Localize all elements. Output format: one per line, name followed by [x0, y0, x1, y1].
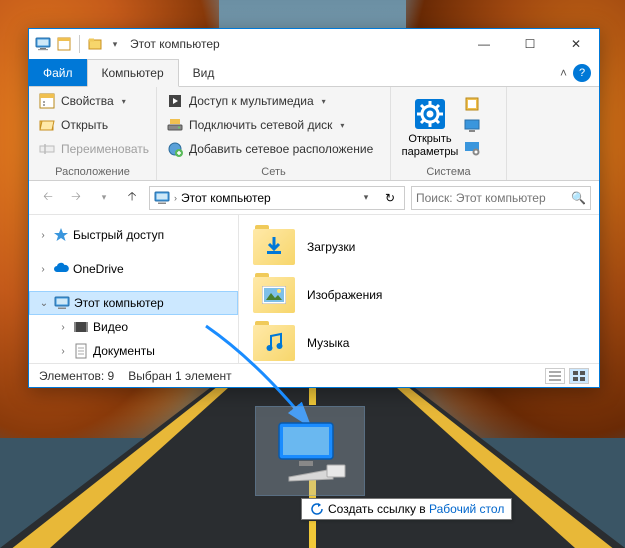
- properties-button[interactable]: Свойства ▾: [35, 91, 150, 111]
- qat-newfolder-icon[interactable]: [86, 35, 104, 53]
- address-input[interactable]: [181, 191, 352, 205]
- titlebar[interactable]: ▾ Этот компьютер — ☐ ✕: [29, 29, 599, 59]
- open-icon: [39, 117, 55, 133]
- manage-icon[interactable]: [463, 139, 481, 157]
- images-folder-icon: [253, 277, 295, 313]
- add-network-location-button[interactable]: Добавить сетевое расположение: [163, 139, 384, 159]
- address-box[interactable]: › ▾ ↻: [149, 186, 405, 210]
- ribbon-tabs: Файл Компьютер Вид ˄ ?: [29, 59, 599, 87]
- open-settings-button[interactable]: Открыть параметры: [397, 91, 463, 164]
- help-icon[interactable]: ?: [573, 64, 591, 82]
- nav-recent-dropdown[interactable]: ▾: [93, 187, 115, 209]
- tab-view[interactable]: Вид: [179, 59, 229, 86]
- rename-button: Переименовать: [35, 139, 150, 159]
- desktop-wallpaper: ▾ Этот компьютер — ☐ ✕ Файл Компьютер Ви…: [0, 0, 625, 548]
- videos-icon: [73, 319, 89, 335]
- nav-thispc[interactable]: ⌄ Этот компьютер: [29, 291, 238, 315]
- thispc-nav-icon: [54, 295, 70, 311]
- minimize-button[interactable]: —: [461, 29, 507, 59]
- qat-properties-icon[interactable]: [55, 35, 73, 53]
- tab-file[interactable]: Файл: [29, 59, 87, 86]
- onedrive-icon: [53, 261, 69, 277]
- map-drive-icon: [167, 117, 183, 133]
- documents-icon: [73, 343, 89, 359]
- close-button[interactable]: ✕: [553, 29, 599, 59]
- view-thumbnails-icon[interactable]: [569, 368, 589, 384]
- group-location-label: Расположение: [35, 164, 150, 178]
- system-properties-icon[interactable]: [463, 117, 481, 135]
- expand-icon[interactable]: ›: [57, 322, 69, 333]
- refresh-icon[interactable]: ↻: [380, 187, 400, 209]
- address-bar: 🡠 🡢 ▾ 🡡 › ▾ ↻ 🔍: [29, 181, 599, 215]
- nav-back-button[interactable]: 🡠: [37, 187, 59, 209]
- open-button[interactable]: Открыть: [35, 115, 150, 135]
- properties-icon: [39, 93, 55, 109]
- nav-onedrive[interactable]: › OneDrive: [29, 257, 238, 281]
- search-box[interactable]: 🔍: [411, 186, 591, 210]
- ribbon-collapse-icon[interactable]: ˄: [560, 66, 567, 80]
- ribbon: Свойства ▾ Открыть Переименовать Располо…: [29, 87, 599, 181]
- search-input[interactable]: [416, 191, 571, 205]
- expand-icon[interactable]: ›: [37, 264, 49, 275]
- thispc-addr-icon: [154, 190, 170, 206]
- rename-icon: [39, 141, 55, 157]
- status-bar: Элементов: 9 Выбран 1 элемент: [29, 363, 599, 387]
- nav-videos[interactable]: › Видео: [29, 315, 238, 339]
- content-pane[interactable]: Загрузки Изображения Музыка: [239, 215, 599, 363]
- view-details-icon[interactable]: [545, 368, 565, 384]
- media-icon: [167, 93, 183, 109]
- add-location-icon: [167, 141, 183, 157]
- explorer-window: ▾ Этот компьютер — ☐ ✕ Файл Компьютер Ви…: [28, 28, 600, 388]
- folder-music[interactable]: Музыка: [243, 319, 595, 363]
- thispc-drag-icon: [271, 419, 349, 483]
- group-network-label: Сеть: [163, 164, 384, 178]
- quick-access-toolbar: ▾: [55, 35, 124, 53]
- thispc-title-icon: [35, 36, 51, 52]
- status-selection: Выбран 1 элемент: [128, 369, 231, 383]
- drag-ghost: [255, 406, 365, 496]
- shortcut-icon: [309, 502, 323, 516]
- address-dropdown-icon[interactable]: ▾: [356, 187, 376, 209]
- nav-quick-access[interactable]: › Быстрый доступ: [29, 223, 238, 247]
- collapse-icon[interactable]: ⌄: [38, 298, 50, 309]
- expand-icon[interactable]: ›: [37, 230, 49, 241]
- media-access-button[interactable]: Доступ к мультимедиа ▾: [163, 91, 384, 111]
- nav-documents[interactable]: › Документы: [29, 339, 238, 363]
- qat-customize-dropdown[interactable]: ▾: [106, 35, 124, 53]
- maximize-button[interactable]: ☐: [507, 29, 553, 59]
- music-folder-icon: [253, 325, 295, 361]
- drop-tooltip: Создать ссылку в Рабочий стол: [301, 498, 512, 520]
- folder-images[interactable]: Изображения: [243, 271, 595, 319]
- uninstall-programs-icon[interactable]: [463, 95, 481, 113]
- status-item-count: Элементов: 9: [39, 369, 114, 383]
- star-icon: [53, 227, 69, 243]
- nav-forward-button: 🡢: [65, 187, 87, 209]
- settings-icon: [413, 97, 447, 131]
- tab-computer[interactable]: Компьютер: [87, 59, 179, 87]
- folder-downloads[interactable]: Загрузки: [243, 223, 595, 271]
- downloads-folder-icon: [253, 229, 295, 265]
- navigation-pane: › Быстрый доступ › OneDrive ⌄ Этот компь…: [29, 215, 239, 363]
- search-icon[interactable]: 🔍: [571, 191, 586, 205]
- nav-up-button[interactable]: 🡡: [121, 187, 143, 209]
- expand-icon[interactable]: ›: [57, 346, 69, 357]
- map-drive-button[interactable]: Подключить сетевой диск ▾: [163, 115, 384, 135]
- group-system-label: Система: [397, 164, 500, 178]
- window-title: Этот компьютер: [130, 37, 220, 51]
